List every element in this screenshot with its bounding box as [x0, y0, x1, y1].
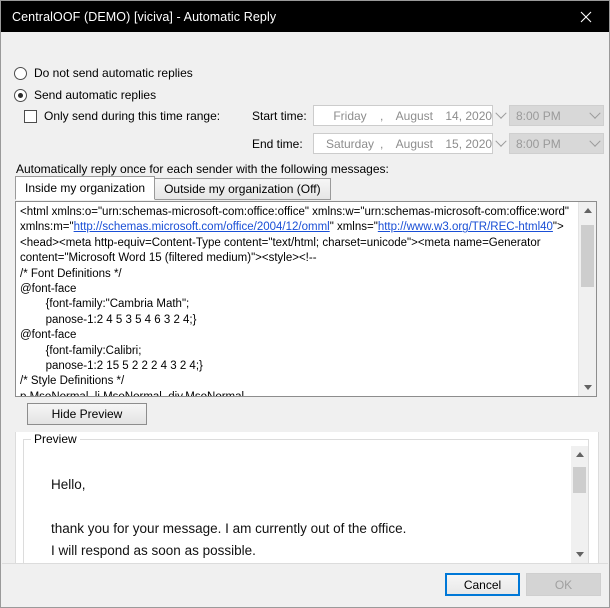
end-clock-value: 8:00 PM — [516, 136, 561, 151]
start-date-combo[interactable]: Friday , August 14, 2020 — [313, 105, 507, 126]
editor-scroll-thumb[interactable] — [581, 225, 594, 287]
close-button[interactable] — [563, 1, 609, 32]
editor-line-4: content="Microsoft Word 15 (filtered med… — [20, 252, 317, 265]
preview-scroll-track[interactable] — [571, 463, 588, 546]
message-html-content[interactable]: <html xmlns:o="urn:schemas-microsoft-com… — [16, 202, 578, 396]
start-date-value: Friday , August 14, 2020 — [320, 109, 492, 123]
editor-line-13: p.MsoNormal, li.MsoNormal, div.MsoNormal — [20, 391, 244, 396]
preview-line-2: thank you for your message. I am current… — [51, 521, 407, 536]
editor-line-7: {font-family:"Cambria Math"; — [20, 298, 190, 311]
editor-line-5: /* Font Definitions */ — [20, 267, 122, 280]
start-clock-value: 8:00 PM — [516, 108, 561, 123]
start-day: Friday — [333, 108, 367, 123]
editor-scroll-up-button[interactable] — [579, 202, 596, 219]
editor-scroll-track[interactable] — [579, 219, 596, 379]
editor-scroll-down-button[interactable] — [579, 379, 596, 396]
ok-label: OK — [554, 577, 573, 592]
preview-groupbox-label: Preview — [31, 432, 80, 446]
editor-line-2-mid: " xmlns=" — [329, 221, 378, 234]
editor-scrollbar[interactable] — [578, 202, 596, 396]
radio-do-not-send[interactable] — [14, 66, 27, 80]
end-date-value: Saturday , August 15, 2020 — [320, 137, 492, 151]
editor-line-9: @font-face — [20, 329, 77, 342]
chevron-up-icon — [575, 452, 584, 457]
window-controls — [563, 1, 609, 32]
tab-inside-my-organization[interactable]: Inside my organization — [15, 176, 156, 200]
preview-scrollbar[interactable] — [571, 446, 588, 563]
preview-scroll-thumb[interactable] — [573, 467, 586, 493]
hide-preview-label: Hide Preview — [51, 407, 123, 421]
checkbox-time-range-row[interactable]: Only send during this time range: — [24, 109, 220, 123]
preview-line-1: Hello, — [51, 477, 86, 492]
preview-panel: Hello, thank you for your message. I am … — [24, 446, 588, 563]
tab-outside-label: Outside my organization (Off) — [164, 182, 321, 196]
end-time-label: End time: — [252, 137, 303, 151]
link-w3-html40[interactable]: http://www.w3.org/TR/REC-html40 — [378, 221, 553, 233]
link-omml-schema[interactable]: http://schemas.microsoft.com/office/2004… — [74, 221, 330, 233]
close-icon — [580, 11, 592, 22]
chevron-down-icon — [583, 385, 592, 390]
tab-outside-my-organization[interactable]: Outside my organization (Off) — [154, 178, 331, 200]
chevron-up-icon — [583, 208, 592, 213]
end-month: August — [395, 136, 434, 151]
checkbox-only-send-time-range[interactable] — [24, 109, 37, 123]
cancel-button[interactable]: Cancel — [445, 573, 520, 596]
radio-send-automatic-replies[interactable] — [14, 88, 27, 102]
message-html-editor[interactable]: <html xmlns:o="urn:schemas-microsoft-com… — [15, 201, 597, 397]
end-date-number: 15, 2020 — [445, 136, 493, 151]
start-time-label: Start time: — [252, 109, 307, 123]
editor-line-11: panose-1:2 15 5 2 2 2 4 3 2 4;} — [20, 360, 203, 373]
start-date-number: 14, 2020 — [445, 108, 493, 123]
hide-preview-button[interactable]: Hide Preview — [27, 403, 147, 425]
dialog-footer: Cancel OK — [2, 563, 608, 606]
ok-button: OK — [526, 573, 601, 596]
radio-do-not-send-label: Do not send automatic replies — [34, 66, 193, 80]
preview-scroll-down-button[interactable] — [571, 546, 588, 563]
window-title: CentralOOF (DEMO) [viciva] - Automatic R… — [12, 9, 277, 24]
preview-scroll-up-button[interactable] — [571, 446, 588, 463]
cancel-label: Cancel — [463, 577, 502, 592]
editor-line-12: /* Style Definitions */ — [20, 375, 125, 388]
dialog-body: Do not send automatic replies Send autom… — [1, 32, 609, 607]
instruction-text: Automatically reply once for each sender… — [16, 162, 389, 176]
editor-line-3: <head><meta http-equiv=Content-Type cont… — [20, 236, 541, 249]
editor-line-1: <html xmlns:o="urn:schemas-microsoft-com… — [20, 206, 570, 218]
tab-inside-label: Inside my organization — [25, 181, 146, 195]
editor-line-2-post: "> — [552, 221, 564, 234]
start-clock-chevron-down-icon[interactable] — [586, 107, 603, 120]
automatic-reply-dialog: CentralOOF (DEMO) [viciva] - Automatic R… — [0, 0, 610, 608]
start-date-chevron-down-icon[interactable] — [492, 107, 509, 120]
preview-line-3: I will respond as soon as possible. — [51, 543, 256, 558]
title-bar: CentralOOF (DEMO) [viciva] - Automatic R… — [1, 1, 609, 32]
end-clock-combo[interactable]: 8:00 PM — [509, 133, 604, 154]
end-clock-chevron-down-icon[interactable] — [586, 135, 603, 148]
preview-spacer — [51, 496, 571, 518]
start-month: August — [395, 108, 434, 123]
radio-do-not-send-row[interactable]: Do not send automatic replies — [14, 66, 193, 80]
preview-content: Hello, thank you for your message. I am … — [24, 446, 571, 563]
editor-line-8: panose-1:2 4 5 3 5 4 6 3 2 4;} — [20, 313, 197, 326]
editor-line-6: @font-face — [20, 283, 77, 296]
editor-line-10: {font-family:Calibri; — [20, 344, 142, 357]
radio-send-label: Send automatic replies — [34, 88, 157, 102]
radio-send-row[interactable]: Send automatic replies — [14, 88, 156, 102]
message-tabs: Inside my organization Outside my organi… — [15, 176, 331, 200]
end-day: Saturday — [325, 136, 375, 151]
end-date-combo[interactable]: Saturday , August 15, 2020 — [313, 133, 507, 154]
checkbox-time-range-label: Only send during this time range: — [44, 109, 221, 123]
chevron-down-icon — [575, 552, 584, 557]
editor-line-2-pre: xmlns:m=" — [20, 221, 74, 234]
end-date-chevron-down-icon[interactable] — [492, 135, 509, 148]
start-clock-combo[interactable]: 8:00 PM — [509, 105, 604, 126]
